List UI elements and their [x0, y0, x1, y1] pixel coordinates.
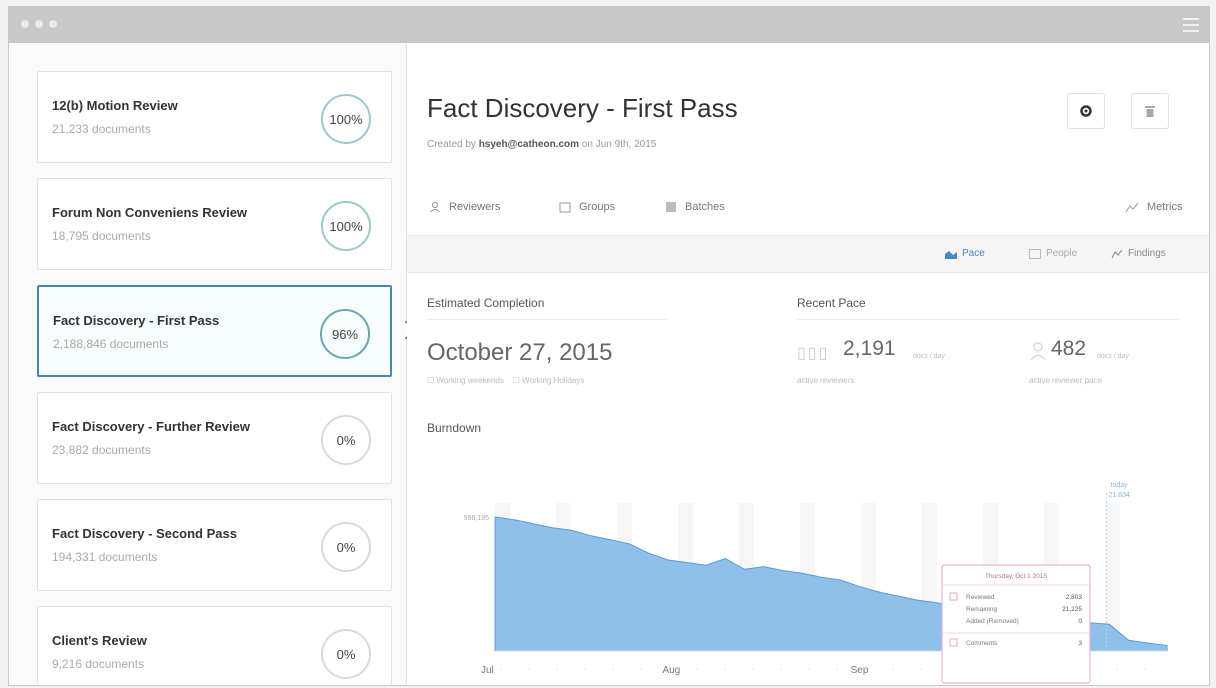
metrics-subtab-bar: Pace People Findings	[407, 235, 1209, 273]
review-card[interactable]: 12(b) Motion Review 21,233 documents 100…	[37, 71, 392, 163]
tab-batches[interactable]: Batches	[665, 201, 725, 213]
review-doc-count: 23,882 documents	[52, 443, 151, 457]
review-title: Forum Non Conveniens Review	[52, 205, 248, 220]
review-doc-count: 21,233 documents	[52, 122, 151, 136]
pace-reviewer-sub: active reviewer pace	[1029, 376, 1102, 385]
people-icon	[1029, 248, 1041, 259]
pace-docs-unit: docs / day	[913, 353, 945, 360]
tooltip-row-label: Comments	[966, 640, 998, 647]
maximize-dot[interactable]	[49, 20, 57, 28]
tooltip-row-label: Reviewed	[966, 594, 995, 601]
today-value: 21,834	[1109, 492, 1131, 499]
created-by-line: Created by hsyeh@catheon.com on Jun 9th,…	[427, 139, 657, 150]
estimated-completion-date: October 27, 2015	[427, 339, 613, 366]
divider	[427, 319, 667, 320]
findings-icon	[1111, 249, 1123, 258]
person-icon	[1030, 342, 1046, 361]
close-dot[interactable]	[21, 20, 29, 28]
x-tick-label: Jul	[481, 665, 494, 676]
gear-icon	[1080, 105, 1092, 117]
subtab-pace[interactable]: Pace	[945, 248, 985, 259]
divider	[797, 319, 1179, 320]
review-title: 12(b) Motion Review	[52, 98, 178, 113]
tooltip-row-value: 0	[1078, 618, 1082, 625]
today-label: today	[1111, 482, 1129, 489]
review-card[interactable]: Client's Review 9,216 documents 0%	[37, 606, 392, 685]
progress-ring: 100%	[321, 201, 371, 251]
settings-button[interactable]	[1067, 93, 1105, 129]
checkbox-icon[interactable]: ☐	[513, 376, 520, 385]
page-title: Fact Discovery - First Pass	[427, 93, 738, 123]
menu-icon[interactable]	[1183, 18, 1199, 32]
review-card[interactable]: Forum Non Conveniens Review 18,795 docum…	[37, 178, 392, 270]
estimated-completion-label: Estimated Completion	[427, 296, 545, 310]
review-list: 12(b) Motion Review 21,233 documents 100…	[9, 43, 407, 685]
review-doc-count: 9,216 documents	[52, 657, 145, 671]
pace-reviewer-unit: docs / day	[1097, 353, 1129, 360]
review-title: Fact Discovery - Further Review	[52, 419, 250, 434]
pace-reviewer-value: 482	[1051, 337, 1087, 360]
progress-ring: 100%	[321, 94, 371, 144]
docs-icon: ▯▯▯	[797, 345, 830, 362]
x-tick-label: Sep	[851, 665, 869, 676]
tab-reviewers[interactable]: Reviewers	[429, 201, 500, 213]
pace-docs-sub: active reviewers	[797, 376, 855, 385]
review-title: Client's Review	[52, 633, 147, 648]
x-tick-label: Aug	[662, 665, 680, 676]
tab-groups[interactable]: Groups	[559, 201, 615, 213]
tooltip-row-label: Remaining	[966, 606, 997, 613]
tooltip-date: Thursday, Oct 1 2015	[985, 573, 1047, 580]
checkbox-icon[interactable]: ☐	[427, 376, 434, 385]
recent-pace-label: Recent Pace	[797, 296, 866, 310]
tooltip-row-value: 3	[1078, 640, 1082, 647]
review-title: Fact Discovery - First Pass	[53, 313, 220, 328]
person-icon	[430, 201, 440, 213]
trash-icon	[1145, 106, 1155, 117]
burndown-chart[interactable]: 998,195JulAugSepOcttoday21,834Thursday, …	[427, 473, 1187, 686]
review-doc-count: 194,331 documents	[52, 550, 158, 564]
subtab-people[interactable]: People	[1029, 248, 1077, 259]
window-controls[interactable]	[21, 20, 57, 28]
tooltip-row-label: Added (Removed)	[966, 618, 1019, 625]
subtab-findings[interactable]: Findings	[1111, 248, 1166, 259]
review-doc-count: 18,795 documents	[52, 229, 151, 243]
minimize-dot[interactable]	[35, 20, 43, 28]
review-card-selected[interactable]: Fact Discovery - First Pass 2,188,846 do…	[37, 285, 392, 377]
progress-ring: 0%	[321, 629, 371, 679]
tooltip-row-value: 21,225	[1062, 606, 1082, 613]
pace-docs-value: 2,191	[843, 337, 896, 360]
tab-metrics[interactable]: Metrics	[1125, 201, 1182, 213]
estimated-options: ☐ Working weekends ☐ Working Holidays	[427, 376, 585, 385]
tooltip-row-value: 2,803	[1066, 594, 1083, 601]
delete-button[interactable]	[1131, 93, 1169, 129]
progress-ring: 96%	[320, 309, 370, 359]
main-panel: Fact Discovery - First Pass Created by h…	[407, 43, 1209, 686]
metrics-icon	[1125, 202, 1139, 213]
review-card[interactable]: Fact Discovery - Further Review 23,882 d…	[37, 392, 392, 484]
review-doc-count: 2,188,846 documents	[53, 337, 169, 351]
area-chart-icon	[945, 250, 957, 259]
tab-bar: Reviewers Groups Batches Metrics	[407, 193, 1209, 233]
review-card[interactable]: Fact Discovery - Second Pass 194,331 doc…	[37, 499, 392, 591]
app-window: 12(b) Motion Review 21,233 documents 100…	[8, 6, 1210, 686]
batches-icon	[666, 202, 676, 212]
progress-ring: 0%	[321, 522, 371, 572]
review-title: Fact Discovery - Second Pass	[52, 526, 237, 541]
title-bar	[9, 7, 1209, 43]
folder-icon	[559, 202, 571, 213]
progress-ring: 0%	[321, 415, 371, 465]
creator-email[interactable]: hsyeh@catheon.com	[479, 139, 579, 150]
burndown-label: Burndown	[427, 421, 482, 435]
y-axis-label: 998,195	[464, 515, 489, 522]
